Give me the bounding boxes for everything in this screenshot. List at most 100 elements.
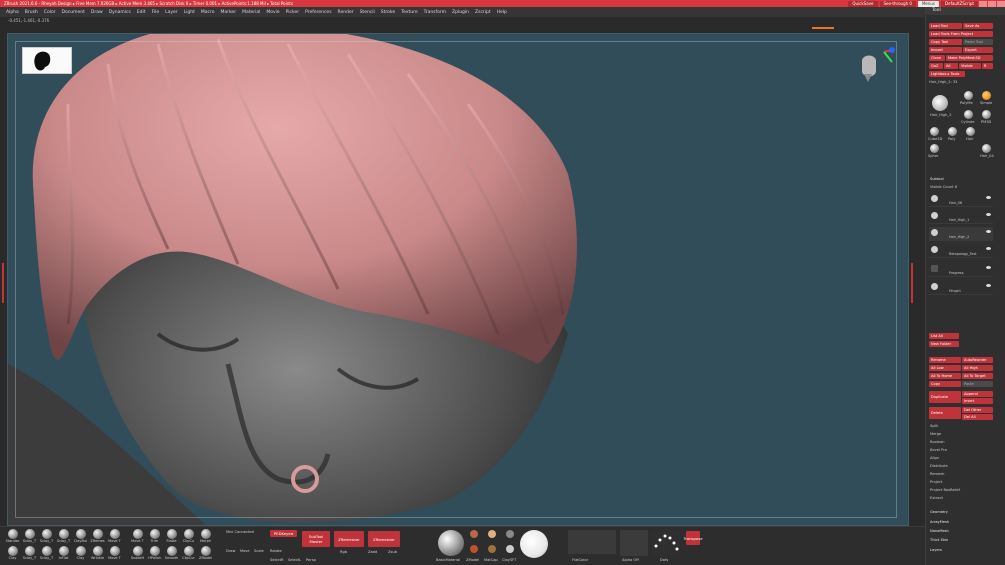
brush-sclay-4[interactable]: Sclay_T	[22, 546, 37, 560]
brush-clipcurve[interactable]: ClipCu	[181, 529, 196, 543]
alpha-off-icon[interactable]	[620, 530, 648, 556]
mini-connected-label[interactable]: Mini Connected	[226, 530, 254, 534]
visible-count-slider[interactable]: Visible Count 8	[930, 185, 957, 189]
brush-move-2[interactable]: Move T	[130, 529, 145, 543]
right-tray[interactable]	[909, 33, 925, 526]
copy-tool-button[interactable]: Copy Tool	[929, 39, 962, 45]
project-item[interactable]: Project	[930, 480, 942, 484]
distribute-item[interactable]: Distribute	[930, 464, 948, 468]
all-to-target-button[interactable]: All To Target	[962, 373, 993, 379]
rename-button[interactable]: Rename	[929, 357, 961, 363]
subtool-row-6[interactable]: Hinge1	[929, 281, 993, 295]
matcap-swatch-4-icon[interactable]	[470, 545, 478, 553]
tool-palette-header[interactable]: Tool	[926, 7, 1005, 15]
menu-item-help[interactable]: Help	[497, 10, 507, 15]
brush-inflat[interactable]: InFlat	[56, 546, 71, 560]
menu-item-stroke[interactable]: Stroke	[381, 10, 395, 15]
zremesher-button-2[interactable]: ZRemesher	[368, 531, 400, 547]
eye-icon[interactable]	[986, 230, 991, 233]
split-item[interactable]: Split	[930, 424, 938, 428]
brush-flatten[interactable]: Flatte	[164, 529, 179, 543]
brush-zremesher[interactable]: ZRemes	[90, 529, 105, 543]
paste-tool-button[interactable]: Paste Tool	[963, 39, 993, 45]
visible-button[interactable]: Visible	[959, 63, 981, 69]
zremesher-button-1[interactable]: ZRemesher	[334, 531, 364, 547]
select-lasso-label[interactable]: SelectL	[288, 558, 301, 562]
menu-item-dynamics[interactable]: Dynamics	[109, 10, 131, 15]
tool-simple-brush-icon[interactable]	[982, 91, 991, 100]
goz-button[interactable]: GoZ	[929, 63, 943, 69]
subtool-row-1[interactable]: Hair_06	[929, 193, 993, 207]
maximize-icon[interactable]	[988, 0, 996, 7]
tool-cube3d-icon[interactable]	[930, 127, 939, 136]
menu-item-picker[interactable]: Picker	[286, 10, 299, 15]
thick-skin-section[interactable]: Thick Skin	[930, 538, 948, 542]
subtool-header[interactable]: Subtool	[930, 177, 944, 181]
boolean-item[interactable]: Boolean	[930, 440, 945, 444]
nanomesh-section[interactable]: NanoMesh	[930, 529, 949, 533]
left-tray-handle[interactable]	[2, 263, 4, 303]
brush-sclay-5[interactable]: Sclay_T	[39, 546, 54, 560]
tool-hair-2-icon[interactable]	[966, 127, 975, 136]
menu-item-brush[interactable]: Brush	[25, 10, 38, 15]
right-tray-handle[interactable]	[911, 263, 913, 303]
matcap-swatch-6-icon[interactable]	[506, 545, 514, 553]
brush-zmodeler[interactable]: ZModel	[198, 546, 213, 560]
remesh-item[interactable]: Remesh	[930, 472, 944, 476]
move-mode-label[interactable]: Move	[240, 549, 250, 553]
menu-item-texture[interactable]: Texture	[401, 10, 417, 15]
all-low-button[interactable]: All Low	[929, 365, 961, 371]
menu-item-render[interactable]: Render	[338, 10, 354, 15]
brush-wrinkle[interactable]: Wrinkle	[90, 546, 105, 560]
export-button[interactable]: Export	[963, 47, 993, 53]
tool-hair-04-icon[interactable]	[982, 144, 991, 153]
brush-move-1[interactable]: Move T	[107, 529, 122, 543]
menu-item-file[interactable]: File	[152, 10, 160, 15]
gear-icon[interactable]	[986, 266, 991, 269]
tool-sphere-icon[interactable]	[930, 144, 939, 153]
menu-item-zplugin[interactable]: Zplugin	[452, 10, 469, 15]
zadd-label[interactable]: Zadd	[368, 550, 377, 554]
brush-snakehook[interactable]: SnakeH	[130, 546, 145, 560]
rotate-mode-label[interactable]: Rotate	[270, 549, 282, 553]
menu-item-color[interactable]: Color	[44, 10, 56, 15]
eye-icon[interactable]	[986, 213, 991, 216]
left-tray[interactable]	[0, 33, 7, 526]
menu-item-macro[interactable]: Macro	[201, 10, 215, 15]
delete-button[interactable]: Delete	[929, 407, 961, 419]
align-item[interactable]: Align	[930, 456, 939, 460]
brush-smooth[interactable]: Smooth	[164, 546, 179, 560]
rgb-label[interactable]: Rgb	[340, 550, 347, 554]
minimize-icon[interactable]	[979, 0, 987, 7]
eye-icon[interactable]	[986, 196, 991, 199]
brush-sclay-3[interactable]: Sclay_T	[56, 529, 71, 543]
geometry-section[interactable]: Geometry	[930, 510, 948, 514]
menu-item-zscript[interactable]: Zscript	[475, 10, 491, 15]
load-tools-from-project-button[interactable]: Load Tools From Project	[929, 31, 993, 37]
paste-button[interactable]: Paste	[962, 381, 993, 387]
current-tool-slider[interactable]: Hair_High_2: 33	[929, 80, 957, 84]
new-folder-button[interactable]: New Folder	[929, 341, 959, 347]
menu-item-document[interactable]: Document	[62, 10, 85, 15]
tool-hair-icon[interactable]	[932, 95, 948, 111]
material-sphere-icon[interactable]	[438, 530, 464, 556]
bevel-pro-item[interactable]: Bevel Pro	[930, 448, 947, 452]
brush-move-3[interactable]: Move T	[107, 546, 122, 560]
brush-clipcurve-2[interactable]: ClipCur	[181, 546, 196, 560]
pedkeyed-button[interactable]: PEDKeyed	[270, 530, 297, 537]
brush-sclay-1[interactable]: Sclay_T	[22, 529, 37, 543]
quicksave-button[interactable]: QuickSave	[848, 0, 878, 7]
menu-item-movie[interactable]: Movie	[266, 10, 279, 15]
make-polymesh3d-button[interactable]: Make PolyMesh3D	[946, 55, 993, 61]
brush-sclay-2[interactable]: Sclay_T	[39, 529, 54, 543]
del-other-button[interactable]: Del Other	[962, 407, 993, 413]
menu-item-edit[interactable]: Edit	[137, 10, 146, 15]
brush-standard[interactable]: Standar	[5, 529, 20, 543]
default-zscript-button[interactable]: DefaultZScript	[941, 0, 978, 7]
matcap-swatch-5-icon[interactable]	[488, 545, 496, 553]
brush-trim[interactable]: Trim	[147, 529, 162, 543]
subtool-master-button[interactable]: SubTool Master	[302, 531, 330, 547]
matcap-swatch-1-icon[interactable]	[470, 530, 478, 538]
clone-button[interactable]: Clone	[929, 55, 945, 61]
subtool-row-5[interactable]: Progress	[929, 263, 993, 277]
